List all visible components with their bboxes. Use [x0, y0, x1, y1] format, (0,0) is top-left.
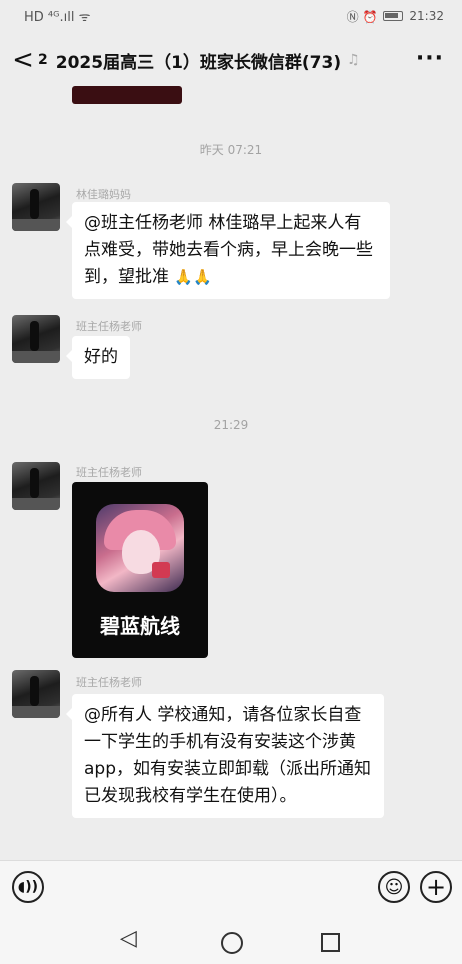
- nav-recent-icon[interactable]: [321, 933, 340, 952]
- app-badge-icon: [152, 562, 170, 578]
- message-bubble[interactable]: 好的: [66, 336, 130, 379]
- nav-back-icon[interactable]: ◁: [120, 926, 137, 951]
- sender-name: 班主任杨老师: [76, 320, 142, 333]
- message-text: @班主任杨老师 林佳璐早上起来人有点难受，带她去看个病，早上会晚一些到，望批准: [84, 213, 373, 287]
- alarm-icon: Ⓝ ⏰: [346, 9, 378, 24]
- status-time: 21:32: [409, 9, 444, 23]
- signal-text: HD ⁴ᴳ.ıll ᯤ: [24, 10, 91, 25]
- avatar[interactable]: [12, 670, 60, 718]
- more-icon[interactable]: ···: [416, 46, 444, 71]
- status-right: Ⓝ ⏰ 21:32: [347, 8, 444, 25]
- app-icon-image: [96, 504, 184, 592]
- sender-name: 林佳璐妈妈: [76, 188, 131, 201]
- unread-badge: 2: [38, 52, 48, 68]
- input-bar: ◖)) ☺ +: [0, 860, 462, 912]
- system-nav-bar: ◁: [0, 912, 462, 964]
- voice-icon[interactable]: ◖)): [12, 871, 44, 903]
- time-divider: 21:29: [213, 418, 249, 432]
- previous-message-fragment: [72, 86, 182, 104]
- battery-icon: [383, 11, 404, 21]
- signal-indicators: HD ⁴ᴳ.ıll ᯤ: [24, 7, 90, 25]
- sender-name: 班主任杨老师: [76, 466, 142, 479]
- avatar[interactable]: [12, 315, 60, 363]
- app-name: 碧蓝航线: [100, 614, 180, 638]
- chat-header: < 2 2025届高三（1）班家长微信群(73) ♫ ···: [0, 38, 462, 82]
- message-text: @所有人 学校通知，请各位家长自查一下学生的手机有没有安装这个涉黄 app，如有…: [84, 705, 371, 806]
- time-divider: 昨天 07:21: [199, 143, 263, 157]
- back-icon[interactable]: <: [12, 45, 34, 75]
- image-message[interactable]: 碧蓝航线: [72, 482, 208, 658]
- message-bubble[interactable]: @所有人 学校通知，请各位家长自查一下学生的手机有没有安装这个涉黄 app，如有…: [66, 694, 384, 818]
- praying-hands-icon: 🙏🙏: [174, 268, 212, 286]
- message-text: 好的: [84, 347, 118, 367]
- status-bar: HD ⁴ᴳ.ıll ᯤ Ⓝ ⏰ 21:32: [0, 0, 462, 32]
- nav-home-icon[interactable]: [221, 932, 243, 954]
- avatar[interactable]: [12, 183, 60, 231]
- emoji-icon[interactable]: ☺: [378, 871, 410, 903]
- plus-icon[interactable]: +: [420, 871, 452, 903]
- sender-name: 班主任杨老师: [76, 676, 142, 689]
- avatar[interactable]: [12, 462, 60, 510]
- mute-icon: ♫: [347, 52, 360, 68]
- chat-title: 2025届高三（1）班家长微信群(73): [55, 52, 342, 73]
- message-bubble[interactable]: @班主任杨老师 林佳璐早上起来人有点难受，带她去看个病，早上会晚一些到，望批准 …: [66, 202, 390, 299]
